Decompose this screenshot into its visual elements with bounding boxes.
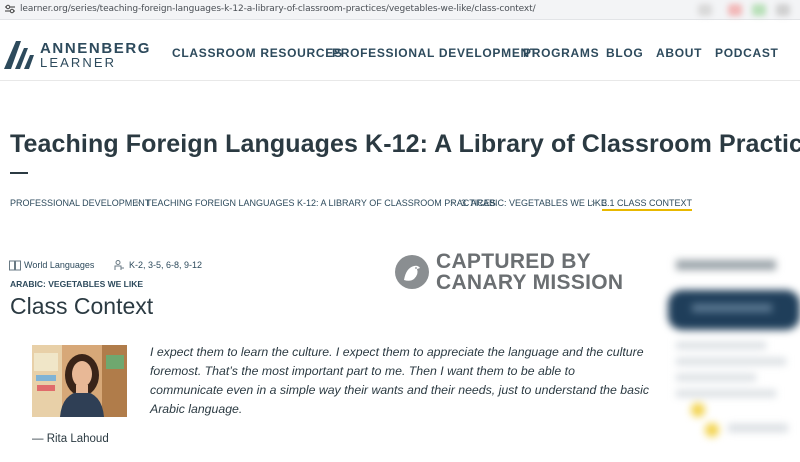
breadcrumb-item-professional-development[interactable]: PROFESSIONAL DEVELOPMENT xyxy=(10,198,150,208)
subject-label: World Languages xyxy=(24,260,95,270)
breadcrumb-separator: > xyxy=(135,198,141,208)
section-heading: Class Context xyxy=(10,293,154,319)
header-divider xyxy=(0,80,800,81)
nav-professional-development[interactable]: PROFESSIONAL DEVELOPMENT xyxy=(332,46,538,60)
blurred-sidebar xyxy=(668,250,800,462)
breadcrumb-item-series[interactable]: TEACHING FOREIGN LANGUAGES K-12: A LIBRA… xyxy=(146,198,496,208)
breadcrumb-item-current: 3.1 CLASS CONTEXT xyxy=(602,198,693,211)
logo-mark-icon xyxy=(4,41,34,69)
canary-bird-icon xyxy=(395,255,429,289)
breadcrumb-item-program[interactable]: 3. ARABIC: VEGETABLES WE LIKE xyxy=(461,198,607,208)
nav-about[interactable]: ABOUT xyxy=(656,46,702,60)
url-text[interactable]: learner.org/series/teaching-foreign-lang… xyxy=(20,4,536,14)
teacher-quote: I expect them to learn the culture. I ex… xyxy=(150,345,649,416)
browser-address-bar[interactable]: learner.org/series/teaching-foreign-lang… xyxy=(0,0,800,20)
watermark-line2: CANARY MISSION xyxy=(436,271,624,294)
nav-programs[interactable]: PROGRAMS xyxy=(523,46,599,60)
speaker-photo xyxy=(32,345,127,417)
grades-label: K-2, 3-5, 6-8, 9-12 xyxy=(129,260,203,270)
quote-attribution: — Rita Lahoud xyxy=(32,433,109,445)
grade-level-icon xyxy=(114,260,124,270)
canary-mission-watermark: CAPTURED BY CANARY MISSION xyxy=(392,250,632,295)
site-settings-icon[interactable] xyxy=(4,3,16,15)
title-rule xyxy=(10,172,28,174)
nav-classroom-resources[interactable]: CLASSROOM RESOURCES xyxy=(172,46,343,60)
annenberg-learner-logo[interactable]: ANNENBERG LEARNER xyxy=(2,38,149,72)
book-icon xyxy=(9,260,21,271)
page-title: Teaching Foreign Languages K-12: A Libra… xyxy=(10,130,800,158)
logo-text-line2: LEARNER xyxy=(40,55,117,70)
breadcrumb-separator: > xyxy=(450,198,456,208)
breadcrumb-separator: > xyxy=(591,198,597,208)
series-label: ARABIC: VEGETABLES WE LIKE xyxy=(10,279,144,289)
browser-actions-blurred xyxy=(690,2,800,18)
nav-blog[interactable]: BLOG xyxy=(606,46,643,60)
nav-podcast[interactable]: PODCAST xyxy=(715,46,779,60)
